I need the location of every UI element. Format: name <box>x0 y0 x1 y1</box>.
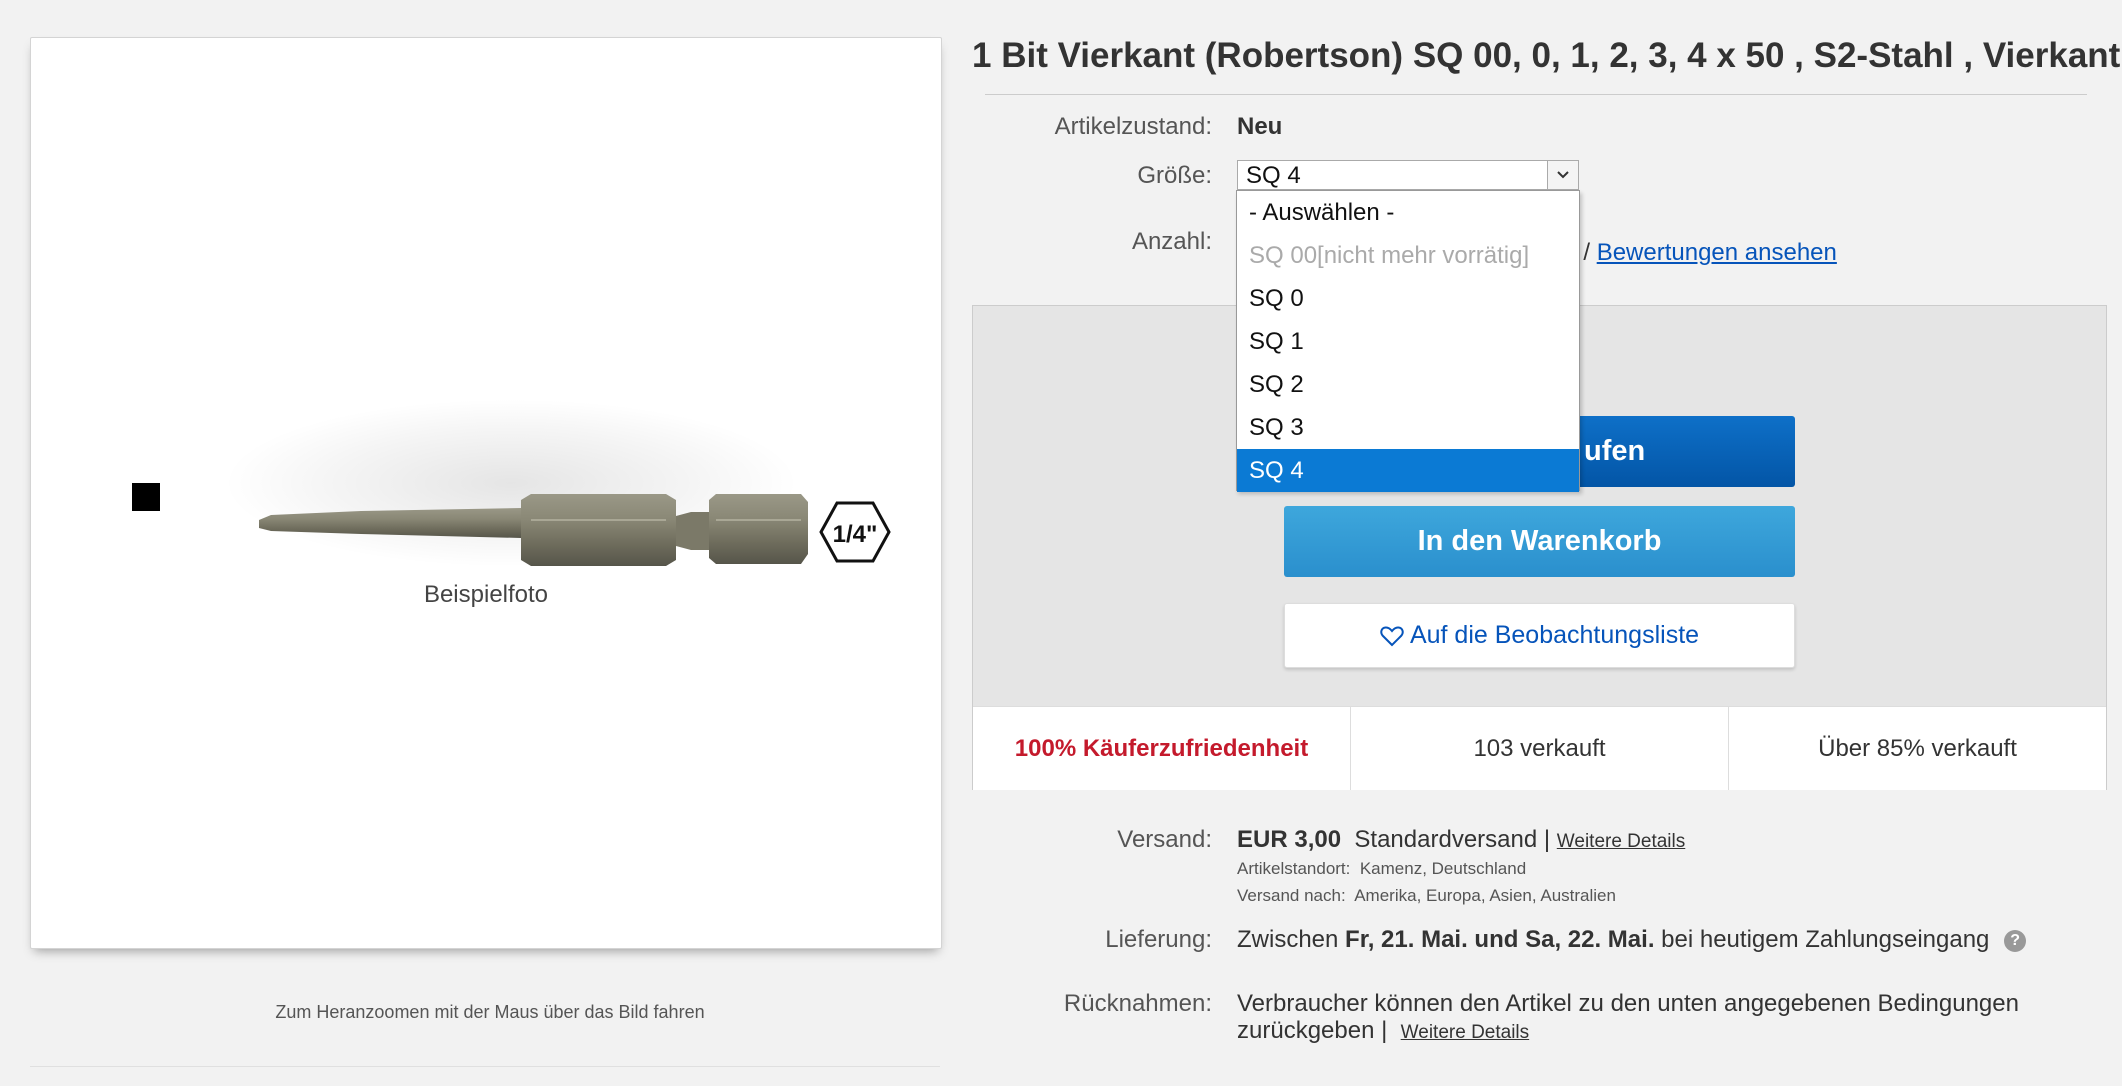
watchlist-label: Auf die Beobachtungsliste <box>1409 621 1700 649</box>
product-image-panel[interactable]: 1/4" Beispielfoto <box>30 37 942 949</box>
screwdriver-bit-image <box>259 494 808 566</box>
returns-details-link[interactable]: Weitere Details <box>1401 1022 1529 1043</box>
returns-label: Rücknahmen: <box>1063 990 1212 1017</box>
shipping-price: EUR 3,00 <box>1237 826 1342 853</box>
size-option-selected[interactable]: SQ 4 <box>1237 449 1579 492</box>
size-option[interactable]: SQ 3 <box>1237 406 1579 449</box>
size-option[interactable]: SQ 0 <box>1237 277 1579 320</box>
condition-label: Artikelzustand: <box>1054 113 1212 140</box>
shipping-details-link[interactable]: Weitere Details <box>1557 831 1685 852</box>
image-caption: Beispielfoto <box>423 581 549 608</box>
quantity-links: t / Bewertungen ansehen <box>1570 239 1837 267</box>
divider <box>985 94 2087 95</box>
shipping-info: EUR 3,00 Standardversand | Weitere Detai… <box>1237 826 1685 854</box>
square-drive-icon <box>132 483 160 511</box>
divider <box>30 1066 940 1067</box>
returns-text-cont: zurückgeben | <box>1237 1017 1388 1044</box>
heart-icon <box>1380 625 1404 646</box>
returns-text: Verbraucher können den Artikel zu den un… <box>1237 990 2019 1017</box>
size-select-value: SQ 4 <box>1246 162 1301 189</box>
watchlist-button[interactable]: Auf die Beobachtungsliste <box>1284 603 1795 668</box>
delivery-info: Zwischen Fr, 21. Mai. und Sa, 22. Mai. b… <box>1237 926 2027 954</box>
buyer-satisfaction: 100% Käuferzufriedenheit <box>973 707 1351 790</box>
delivery-prefix: Zwischen <box>1237 926 1339 953</box>
delivery-suffix: bei heutigem Zahlungseingang <box>1661 926 1990 953</box>
help-icon[interactable]: ? <box>2004 929 2027 952</box>
delivery-dates: Fr, 21. Mai. und Sa, 22. Mai. <box>1345 926 1655 953</box>
item-location-value: Kamenz, Deutschland <box>1359 859 1527 878</box>
sold-percentage: Über 85% verkauft <box>1818 734 2017 762</box>
sales-stats: 100% Käuferzufriedenheit 103 verkauft Üb… <box>973 706 2106 790</box>
zoom-hint: Zum Heranzoomen mit der Maus über das Bi… <box>275 1002 705 1022</box>
sold-count: 103 verkauft <box>1351 707 1729 790</box>
size-option: SQ 00[nicht mehr vorrätig] <box>1249 242 1530 269</box>
ships-to: Versand nach: Amerika, Europa, Asien, Au… <box>1237 886 1616 906</box>
chevron-down-icon[interactable] <box>1547 161 1578 189</box>
link-separator: / <box>1583 239 1591 266</box>
svg-text:1/4": 1/4" <box>833 521 878 548</box>
item-title: 1 Bit Vierkant (Robertson) SQ 00, 0, 1, … <box>972 36 2122 75</box>
delivery-label: Lieferung: <box>1105 926 1212 953</box>
hex-shank-icon: 1/4" <box>819 501 891 563</box>
condition-value: Neu <box>1237 113 1283 140</box>
item-location-label: Artikelstandort: <box>1237 859 1351 878</box>
add-to-cart-button[interactable]: In den Warenkorb <box>1284 506 1795 577</box>
size-option[interactable]: SQ 1 <box>1237 320 1579 363</box>
shipping-label: Versand: <box>1117 826 1212 853</box>
ships-to-label: Versand nach: <box>1237 886 1346 905</box>
ratings-link[interactable]: Bewertungen ansehen <box>1597 239 1837 266</box>
size-select[interactable]: SQ 4 <box>1237 160 1579 190</box>
size-label: Größe: <box>1137 162 1212 189</box>
returns-info: Verbraucher können den Artikel zu den un… <box>1237 990 2087 1046</box>
ships-to-value: Amerika, Europa, Asien, Australien <box>1354 886 1616 905</box>
size-option[interactable]: SQ 2 <box>1237 363 1579 406</box>
size-dropdown-list[interactable]: - Auswählen - SQ 00[nicht mehr vorrätig]… <box>1236 190 1580 492</box>
buy-now-label: ufen <box>1584 435 1646 467</box>
size-option[interactable]: - Auswählen - <box>1237 191 1579 234</box>
shipping-method: Standardversand | <box>1354 826 1551 853</box>
quantity-label: Anzahl: <box>1131 228 1212 255</box>
item-location: Artikelstandort: Kamenz, Deutschland <box>1237 859 1526 879</box>
add-to-cart-label: In den Warenkorb <box>1417 525 1662 557</box>
